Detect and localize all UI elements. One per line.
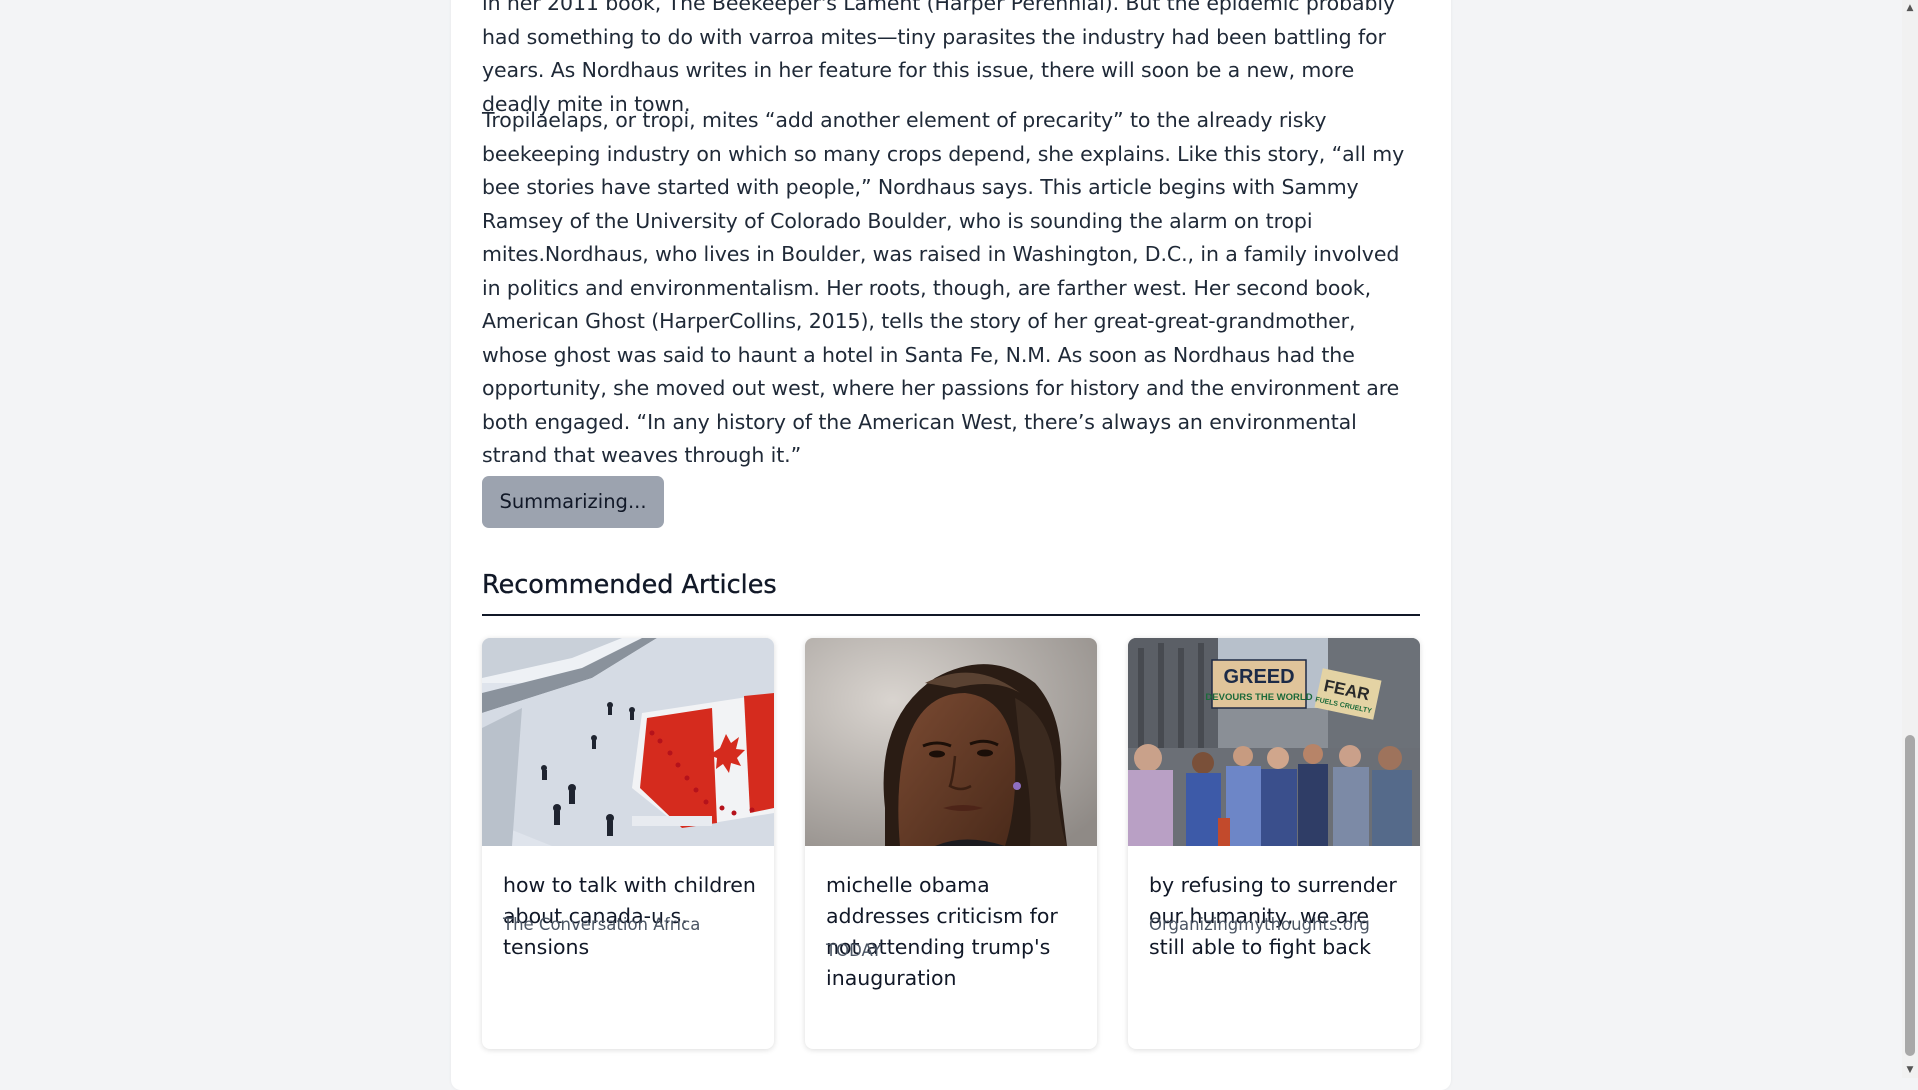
article-card-title[interactable]: michelle obama addresses criticism for n… xyxy=(826,870,1082,994)
article-card-source: TODAY xyxy=(826,941,882,960)
sign-text: DEVOURS THE WORLD xyxy=(1205,692,1312,703)
summarize-button[interactable]: Summarizing... xyxy=(482,476,664,528)
article-card[interactable]: michelle obama addresses criticism for n… xyxy=(805,638,1097,1049)
scrollbar-thumb[interactable] xyxy=(1905,735,1915,1056)
article-paragraph: in her 2011 book, The Beekeeper's Lament… xyxy=(482,0,1396,116)
article-card[interactable]: how to talk with children about canada-u… xyxy=(482,638,774,1049)
article-card-source: The Conversation Africa xyxy=(503,915,701,934)
snowy-plaza-canadian-flag-photo xyxy=(482,638,774,846)
street-protest-signs-photo: GREED DEVOURS THE WORLD FEAR FUELS CRUEL… xyxy=(1128,638,1420,846)
article-card[interactable]: GREED DEVOURS THE WORLD FEAR FUELS CRUEL… xyxy=(1128,638,1420,1049)
article-card-source: Organizingmythoughts.org xyxy=(1149,915,1370,934)
woman-portrait-photo xyxy=(805,638,1097,846)
scroll-down-arrow-icon[interactable]: ▼ xyxy=(1902,1062,1918,1078)
recommended-articles-heading: Recommended Articles xyxy=(482,570,777,600)
heading-divider xyxy=(482,614,1420,616)
sign-text: GREED xyxy=(1223,666,1294,688)
recommended-articles-grid: how to talk with children about canada-u… xyxy=(482,638,1420,1050)
scroll-up-arrow-icon[interactable]: ▲ xyxy=(1902,0,1918,16)
scrollbar[interactable]: ▲ ▼ xyxy=(1902,0,1918,1078)
article-paragraph: Tropilaelaps, or tropi, mites “add anoth… xyxy=(482,108,1405,467)
